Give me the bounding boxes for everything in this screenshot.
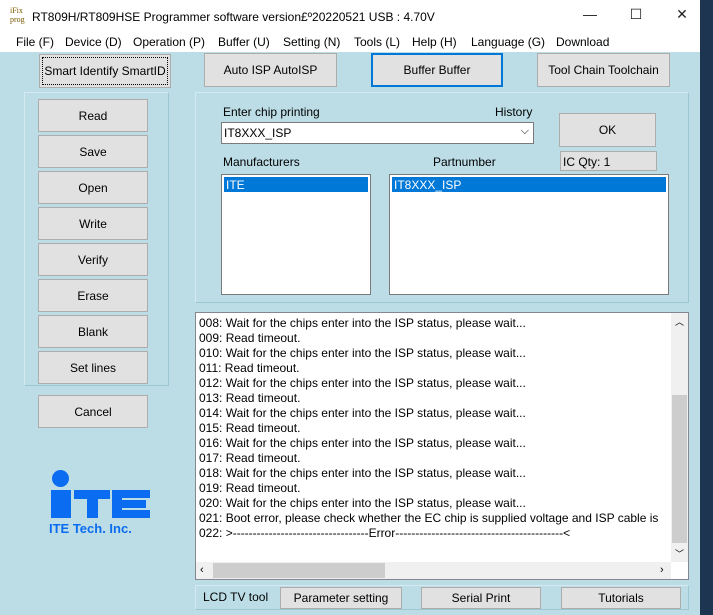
- main-window: iFix prog RT809H/RT809HSE Programmer soft…: [0, 0, 700, 615]
- ite-logo: ITE Tech. Inc.: [48, 466, 158, 536]
- log-line: 010: Wait for the chips enter into the I…: [199, 346, 526, 360]
- window-title: RT809H/RT809HSE Programmer software vers…: [32, 10, 435, 24]
- log-line: 015: Read timeout.: [199, 421, 301, 435]
- toolchain-button[interactable]: Tool Chain Toolchain: [537, 53, 670, 87]
- ic-qty: IC Qty: 1: [560, 151, 657, 171]
- menu-device[interactable]: Device (D): [65, 35, 122, 49]
- scroll-thumb[interactable]: [213, 563, 385, 578]
- log-line: 014: Wait for the chips enter into the I…: [199, 406, 526, 420]
- scroll-thumb[interactable]: [672, 395, 687, 543]
- enter-chip-label: Enter chip printing: [223, 105, 320, 119]
- horizontal-scrollbar[interactable]: ‹ ›: [196, 562, 671, 579]
- set-lines-button[interactable]: Set lines: [38, 351, 148, 384]
- serial-print-button[interactable]: Serial Print: [421, 587, 541, 609]
- menu-download[interactable]: Download: [556, 35, 609, 49]
- log-line: 009: Read timeout.: [199, 331, 301, 345]
- menu-file[interactable]: File (F): [16, 35, 54, 49]
- parameter-setting-button[interactable]: Parameter setting: [280, 587, 402, 609]
- write-button[interactable]: Write: [38, 207, 148, 240]
- blank-button[interactable]: Blank: [38, 315, 148, 348]
- maximize-button[interactable]: ☐: [613, 6, 659, 26]
- partnumber-list[interactable]: IT8XXX_ISP: [389, 174, 669, 295]
- chevron-down-icon[interactable]: ⌵: [521, 125, 529, 138]
- menu-operation[interactable]: Operation (P): [133, 35, 205, 49]
- log-line: 020: Wait for the chips enter into the I…: [199, 496, 526, 510]
- tutorials-button[interactable]: Tutorials: [561, 587, 681, 609]
- read-button[interactable]: Read: [38, 99, 148, 132]
- scroll-up-icon[interactable]: ︿: [675, 315, 684, 328]
- menu-help[interactable]: Help (H): [412, 35, 457, 49]
- log-line: 019: Read timeout.: [199, 481, 301, 495]
- scroll-left-icon[interactable]: ‹: [200, 564, 204, 576]
- menu-setting[interactable]: Setting (N): [283, 35, 340, 49]
- app-icon: iFix prog: [10, 6, 25, 24]
- menu-buffer[interactable]: Buffer (U): [218, 35, 270, 49]
- menu-tools[interactable]: Tools (L): [354, 35, 400, 49]
- log-line: 011: Read timeout.: [199, 361, 300, 375]
- title-bar: iFix prog RT809H/RT809HSE Programmer soft…: [0, 0, 700, 32]
- menu-bar: File (F) Device (D) Operation (P) Buffer…: [0, 32, 700, 52]
- erase-button[interactable]: Erase: [38, 279, 148, 312]
- chip-input[interactable]: IT8XXX_ISP: [224, 126, 291, 140]
- list-item[interactable]: IT8XXX_ISP: [392, 177, 666, 192]
- history-label[interactable]: History: [495, 105, 532, 119]
- log-line: 021: Boot error, please check whether th…: [199, 511, 659, 525]
- list-item[interactable]: ITE: [224, 177, 368, 192]
- smart-identify-button[interactable]: Smart Identify SmartID: [39, 54, 171, 88]
- verify-button[interactable]: Verify: [38, 243, 148, 276]
- log-line: 022: >----------------------------------…: [199, 526, 571, 540]
- minimize-button[interactable]: —: [567, 6, 613, 26]
- log-line: 008: Wait for the chips enter into the I…: [199, 316, 526, 330]
- log-line: 013: Read timeout.: [199, 391, 301, 405]
- partnumber-label: Partnumber: [433, 155, 496, 169]
- close-button[interactable]: ✕: [659, 6, 705, 26]
- ok-button[interactable]: OK: [559, 113, 656, 147]
- lcd-tv-tool-label: LCD TV tool: [203, 590, 269, 604]
- auto-isp-button[interactable]: Auto ISP AutoISP: [204, 53, 337, 87]
- buffer-button[interactable]: Buffer Buffer: [371, 53, 503, 87]
- log-line: 018: Wait for the chips enter into the I…: [199, 466, 526, 480]
- cancel-button[interactable]: Cancel: [38, 395, 148, 428]
- vertical-scrollbar[interactable]: ︿ ﹀: [671, 313, 688, 562]
- manufacturers-list[interactable]: ITE: [221, 174, 371, 295]
- log-line: 016: Wait for the chips enter into the I…: [199, 436, 526, 450]
- scroll-right-icon[interactable]: ›: [660, 564, 664, 576]
- chip-combobox[interactable]: IT8XXX_ISP ⌵: [221, 122, 534, 144]
- log-area[interactable]: 008: Wait for the chips enter into the I…: [195, 312, 689, 580]
- log-line: 017: Read timeout.: [199, 451, 301, 465]
- open-button[interactable]: Open: [38, 171, 148, 204]
- scroll-down-icon[interactable]: ﹀: [675, 547, 684, 560]
- logo-text: ITE Tech. Inc.: [49, 521, 132, 536]
- save-button[interactable]: Save: [38, 135, 148, 168]
- menu-language[interactable]: Language (G): [471, 35, 545, 49]
- manufacturers-label: Manufacturers: [223, 155, 300, 169]
- log-line: 012: Wait for the chips enter into the I…: [199, 376, 526, 390]
